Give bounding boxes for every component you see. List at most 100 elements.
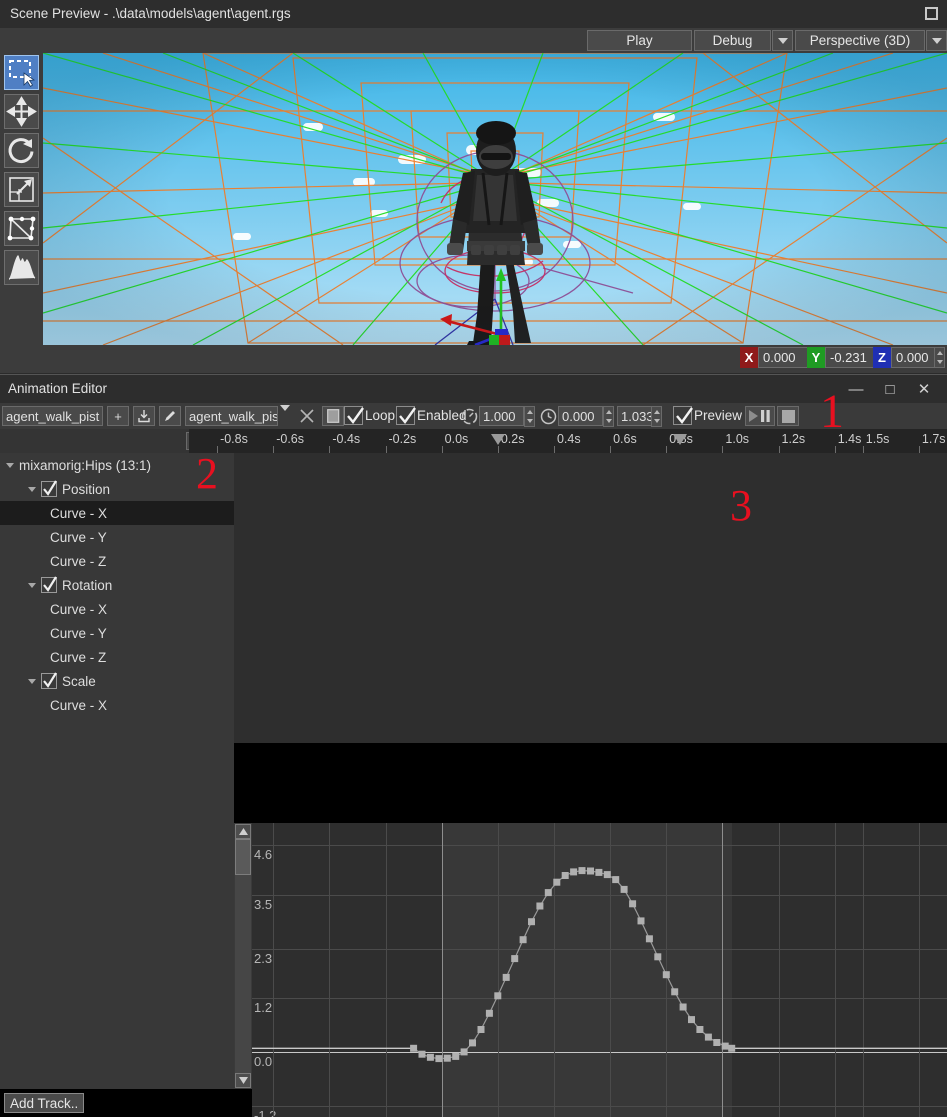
track-list[interactable]: mixamorig:Hips (13:1) Position Curve - X Cu…: [0, 453, 234, 1089]
curve-keyframe[interactable]: [704, 1033, 712, 1041]
curve-keyframe[interactable]: [713, 1039, 721, 1046]
curve-keyframe[interactable]: [637, 917, 645, 925]
track-enable-checkbox[interactable]: [41, 480, 57, 497]
chevron-down-icon[interactable]: [28, 678, 36, 684]
stop-button[interactable]: [777, 406, 799, 426]
curve-keyframe[interactable]: [561, 872, 569, 879]
import-button[interactable]: [133, 406, 155, 426]
curve-keyframe[interactable]: [536, 902, 544, 910]
curve-keyframe[interactable]: [410, 1044, 418, 1052]
curve-keyframe[interactable]: [570, 868, 578, 876]
rotate-tool[interactable]: [4, 133, 39, 168]
speed-field[interactable]: 1.000: [479, 406, 524, 426]
track-enable-checkbox[interactable]: [41, 672, 57, 689]
speed-stepper[interactable]: [524, 406, 535, 427]
chevron-down-icon[interactable]: [28, 486, 36, 492]
scrollbar-thumb[interactable]: [235, 839, 251, 875]
track-scale-curve-x[interactable]: Curve - X: [0, 693, 234, 717]
track-rotation-curve-x[interactable]: Curve - X: [0, 597, 234, 621]
edit-button[interactable]: [159, 406, 181, 426]
current-time-field[interactable]: 0.000: [558, 406, 603, 426]
curve-keyframe[interactable]: [645, 935, 653, 943]
curve-keyframe[interactable]: [477, 1026, 485, 1033]
curve-keyframe[interactable]: [528, 918, 535, 926]
track-list-scrollbar[interactable]: [234, 823, 252, 1089]
curve-keyframe[interactable]: [469, 1039, 476, 1047]
playhead-marker-1[interactable]: [673, 434, 688, 445]
scale-tool[interactable]: [4, 172, 39, 207]
debug-button[interactable]: Debug: [694, 30, 771, 51]
close-button[interactable]: ✕: [911, 379, 937, 399]
view-mode-button[interactable]: Perspective (3D): [795, 30, 925, 51]
add-animation-button[interactable]: +: [107, 406, 129, 426]
curve-keyframe[interactable]: [587, 867, 594, 875]
track-enable-checkbox[interactable]: [41, 576, 57, 593]
curve-keyframe[interactable]: [452, 1052, 460, 1060]
scene-viewport-3d[interactable]: [43, 53, 947, 345]
curve-keyframe[interactable]: [603, 871, 611, 879]
track-rotation[interactable]: Rotation: [0, 573, 234, 597]
curve-keyframe[interactable]: [426, 1053, 434, 1061]
curve-graph[interactable]: 4.6 3.5 2.3 1.2 0.0 -1.2: [252, 823, 947, 1117]
select-tool[interactable]: [4, 55, 39, 90]
curve-keyframe[interactable]: [511, 955, 519, 963]
play-button[interactable]: Play: [587, 30, 692, 51]
clip-dropdown-button[interactable]: [280, 405, 290, 426]
curve-keyframe[interactable]: [620, 885, 628, 893]
enabled-checkbox[interactable]: [396, 406, 416, 425]
scrollbar-track[interactable]: [235, 839, 251, 1073]
curve-keyframe[interactable]: [612, 876, 620, 884]
curve-keyframe[interactable]: [671, 988, 679, 996]
curve-keyframe[interactable]: [679, 1003, 687, 1011]
curve-keyframe[interactable]: [460, 1048, 468, 1056]
time-stepper[interactable]: [603, 406, 614, 427]
z-value-field[interactable]: 0.000: [891, 347, 936, 368]
curve-keyframe[interactable]: [435, 1055, 443, 1063]
chevron-down-icon[interactable]: [28, 582, 36, 588]
curve-keyframe[interactable]: [494, 992, 502, 1000]
animation-name-field[interactable]: agent_walk_pist: [2, 406, 103, 426]
preview-checkbox[interactable]: [673, 406, 693, 425]
curve-keyframe[interactable]: [696, 1026, 704, 1033]
clip-name-field[interactable]: agent_walk_pis: [185, 406, 278, 426]
playhead-marker-0[interactable]: [490, 434, 505, 445]
track-rotation-curve-z[interactable]: Curve - Z: [0, 645, 234, 669]
curve-keyframe[interactable]: [721, 1042, 729, 1050]
duplicate-clip-button[interactable]: [322, 406, 344, 426]
curve-keyframe[interactable]: [595, 868, 603, 876]
curve-keyframe[interactable]: [485, 1009, 493, 1017]
curve-keyframe[interactable]: [728, 1044, 736, 1052]
curve-keyframe[interactable]: [654, 953, 662, 961]
track-rotation-curve-y[interactable]: Curve - Y: [0, 621, 234, 645]
debug-dropdown-button[interactable]: [772, 30, 793, 51]
scroll-down-button[interactable]: [235, 1073, 251, 1088]
minimize-button[interactable]: —: [843, 379, 869, 399]
scroll-up-button[interactable]: [235, 824, 251, 839]
curve-tool[interactable]: [4, 250, 39, 285]
delete-clip-button[interactable]: [296, 406, 318, 426]
curve-keyframe[interactable]: [578, 867, 586, 875]
maximize-button[interactable]: □: [877, 379, 903, 399]
z-stepper[interactable]: [934, 347, 945, 368]
curve-keyframe[interactable]: [502, 973, 510, 981]
maximize-icon[interactable]: [925, 7, 938, 20]
curve-keyframe[interactable]: [553, 878, 561, 886]
add-track-button[interactable]: Add Track..: [4, 1093, 85, 1113]
track-position-curve-x[interactable]: Curve - X: [0, 501, 234, 525]
chevron-down-icon[interactable]: [6, 462, 14, 468]
curve-keyframe[interactable]: [519, 936, 527, 944]
track-position-curve-z[interactable]: Curve - Z: [0, 549, 234, 573]
curve-keyframe[interactable]: [629, 900, 637, 908]
curve-keyframe[interactable]: [662, 971, 670, 979]
transform-tool[interactable]: [4, 211, 39, 246]
view-mode-dropdown-button[interactable]: [926, 30, 947, 51]
duration-stepper[interactable]: [651, 406, 662, 427]
loop-checkbox[interactable]: [344, 406, 364, 425]
play-pause-button[interactable]: [745, 406, 775, 426]
curve-keyframe[interactable]: [418, 1050, 426, 1058]
move-tool[interactable]: [4, 94, 39, 129]
track-position-curve-y[interactable]: Curve - Y: [0, 525, 234, 549]
track-scale[interactable]: Scale: [0, 669, 234, 693]
curve-keyframe[interactable]: [443, 1054, 451, 1062]
curve-keyframe[interactable]: [688, 1016, 695, 1024]
